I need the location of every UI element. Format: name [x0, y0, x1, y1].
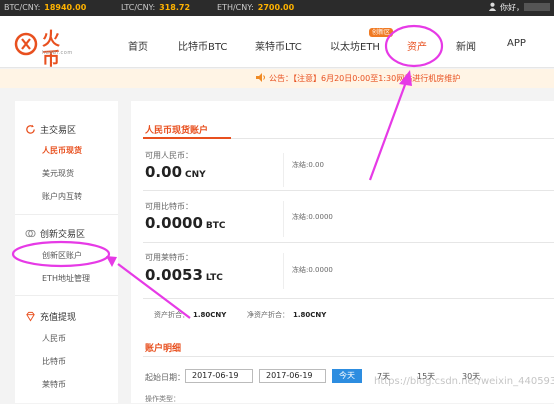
announcement-link[interactable]: 公告：【注意】6月20日0:00至1:30网站进行机房维护: [256, 69, 460, 88]
date-to-input[interactable]: 2017-06-19: [259, 369, 326, 383]
swap-icon: [25, 229, 36, 238]
title-underline: [143, 137, 231, 139]
nav-home[interactable]: 首页: [128, 38, 148, 53]
account-sidebar: 主交易区 人民币现货 美元现货 账户内互转 创新交易区 创新区账户 ETH地址管…: [15, 101, 118, 403]
nav-assets[interactable]: 资产: [407, 38, 427, 53]
diamond-icon: [26, 311, 35, 322]
sidebar-item-ltc[interactable]: 莱特币: [42, 379, 66, 390]
start-date-label: 起始日期：: [145, 373, 185, 382]
column-divider: [283, 201, 284, 237]
available-cny-label: 可用人民币：: [145, 151, 193, 160]
column-divider: [283, 153, 284, 187]
row-divider: [143, 242, 554, 243]
sidebar-item-cny-spot[interactable]: 人民币现货: [42, 145, 82, 156]
nav-app[interactable]: APP: [507, 38, 526, 49]
asset-total: 资产折合： 1.80CNY: [154, 311, 227, 319]
account-detail-title: 账户明细: [145, 344, 182, 354]
section-main-trading: 主交易区: [25, 123, 76, 136]
huobi-logo[interactable]: 火币 huobi.com: [14, 28, 74, 70]
site-header: 火币 huobi.com 首页 比特币BTC 莱特币LTC 以太坊ETH 资产 …: [0, 16, 554, 70]
sidebar-divider: [15, 214, 118, 215]
nav-eth[interactable]: 以太坊ETH: [330, 38, 380, 53]
announcement-bar: 公告：【注意】6月20日0:00至1:30网站进行机房维护: [0, 69, 554, 88]
available-ltc-label: 可用莱特币：: [145, 253, 193, 262]
price-ticker-bar: BTC/CNY: 18940.00 LTC/CNY: 318.72 ETH/CNY:…: [0, 0, 554, 16]
refresh-icon: [26, 124, 35, 134]
nav-btc[interactable]: 比特币BTC: [178, 38, 227, 53]
eth-price: ETH/CNY: 2700.00: [217, 3, 295, 12]
page-title: 人民币现货账户: [145, 126, 209, 136]
section-innovation-trading: 创新交易区: [25, 227, 85, 240]
sidebar-item-btc[interactable]: 比特币: [42, 356, 66, 367]
available-ltc-amount: 0.0053 LTC: [145, 266, 223, 284]
sidebar-item-eth-address[interactable]: ETH地址管理: [42, 273, 90, 284]
frozen-ltc: 冻结:0.0000: [292, 266, 333, 274]
sidebar-item-innovation-account[interactable]: 创新区账户: [42, 250, 82, 261]
detail-divider: [143, 356, 554, 357]
section-deposit-withdraw: 充值提现: [25, 310, 76, 323]
available-btc-label: 可用比特币：: [145, 202, 193, 211]
ltc-price: LTC/CNY: 318.72: [121, 3, 191, 12]
net-asset-total: 净资产折合： 1.80CNY: [247, 311, 327, 319]
frozen-btc: 冻结:0.0000: [292, 213, 333, 221]
user-icon: [489, 2, 497, 11]
user-greeting[interactable]: 你好，: [488, 0, 550, 16]
sidebar-divider: [15, 295, 118, 296]
available-btc-amount: 0.0000 BTC: [145, 214, 226, 232]
new-zone-badge: 创新区: [369, 28, 394, 37]
available-cny-amount: 0.00 CNY: [145, 163, 206, 181]
speaker-icon: [256, 73, 265, 82]
row-divider: [143, 190, 554, 191]
sidebar-item-internal-transfer[interactable]: 账户内互转: [42, 191, 82, 202]
nav-news[interactable]: 新闻: [456, 38, 476, 53]
watermark: https://blog.csdn.net/weixin_44059302: [374, 376, 554, 387]
sidebar-item-usd-spot[interactable]: 美元现货: [42, 168, 74, 179]
sidebar-item-cny[interactable]: 人民币: [42, 333, 66, 344]
account-main-panel: 人民币现货账户 可用人民币： 0.00 CNY 冻结:0.00 可用比特币： 0.…: [131, 101, 554, 403]
frozen-cny: 冻结:0.00: [292, 161, 324, 169]
nav-ltc[interactable]: 莱特币LTC: [255, 38, 302, 53]
column-divider: [283, 253, 284, 289]
row-divider: [143, 298, 554, 299]
logo-mark-icon: [14, 32, 38, 56]
today-button[interactable]: 今天: [332, 369, 362, 383]
btc-price: BTC/CNY: 18940.00: [4, 3, 87, 12]
date-from-input[interactable]: 2017-06-19: [185, 369, 253, 383]
